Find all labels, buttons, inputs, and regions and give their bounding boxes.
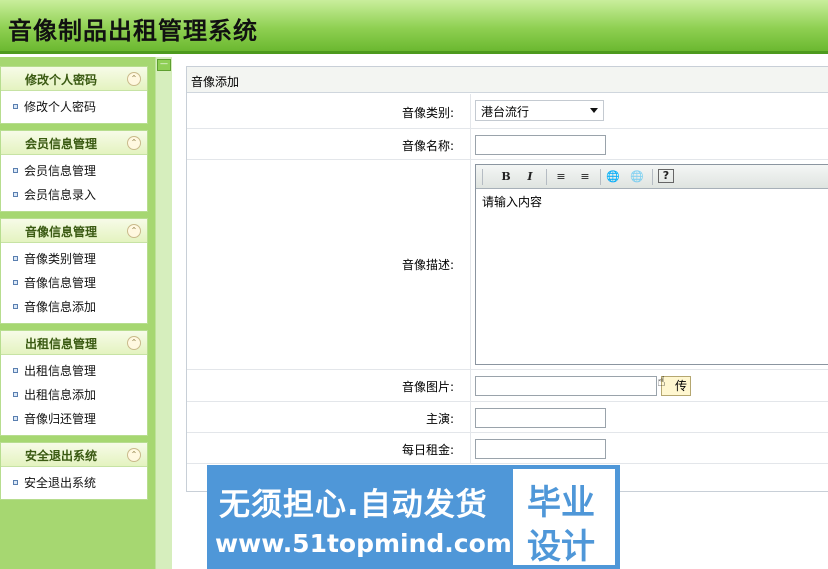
form-row-image: 音像图片: 传 ☝: [187, 370, 828, 402]
chevron-down-icon: [590, 108, 598, 113]
sidebar-group-header[interactable]: 音像信息管理 ⌃: [1, 219, 147, 243]
sidebar-item-media-category[interactable]: 音像类别管理: [1, 247, 147, 271]
sidebar-group-title: 会员信息管理: [24, 137, 97, 151]
bullet-icon: [13, 416, 18, 421]
sidebar-group-title: 安全退出系统: [24, 449, 97, 463]
form-row-daily-rent: 每日租金:: [187, 433, 828, 464]
main-panel: 音像添加 音像类别: 港台流行 音像名称: 音像描述: B I ≡ ≡ 🌐 🌐 …: [186, 66, 828, 492]
sidebar-item-return-manage[interactable]: 音像归还管理: [1, 407, 147, 431]
sidebar-item-rental-add[interactable]: 出租信息添加: [1, 383, 147, 407]
watermark-logo-line2: 设计: [527, 527, 595, 567]
collapse-icon[interactable]: ⌃: [127, 448, 141, 462]
unlink-icon[interactable]: 🌐: [628, 169, 646, 185]
sidebar: 修改个人密码 ⌃ 修改个人密码 会员信息管理 ⌃ 会员信息管理 会员信息录入 音…: [0, 57, 155, 569]
sidebar-group-media: 音像信息管理 ⌃ 音像类别管理 音像信息管理 音像信息添加: [0, 218, 148, 324]
help-icon[interactable]: ?: [658, 169, 674, 183]
watermark-line1: 无须担心.自动发货: [219, 487, 488, 523]
bullet-icon: [13, 192, 18, 197]
bullet-icon: [13, 104, 18, 109]
sidebar-group-rental: 出租信息管理 ⌃ 出租信息管理 出租信息添加 音像归还管理: [0, 330, 148, 436]
field-label: 每日租金:: [401, 443, 454, 457]
sidebar-splitter[interactable]: —: [155, 57, 172, 569]
field-label: 音像名称:: [401, 139, 454, 153]
field-label: 音像图片:: [401, 380, 454, 394]
bullet-icon: [13, 368, 18, 373]
bullet-icon: [13, 480, 18, 485]
name-input[interactable]: [475, 135, 606, 155]
ordered-list-icon[interactable]: ≡: [552, 169, 570, 185]
section-title: 音像添加: [187, 67, 828, 93]
form-row-actor: 主演:: [187, 402, 828, 433]
sidebar-group-title: 音像信息管理: [24, 225, 97, 239]
bullet-icon: [13, 280, 18, 285]
sidebar-group-header[interactable]: 安全退出系统 ⌃: [1, 443, 147, 467]
link-icon[interactable]: 🌐: [604, 169, 622, 185]
sidebar-item-member-manage[interactable]: 会员信息管理: [1, 159, 147, 183]
app-header: 音像制品出租管理系统: [0, 0, 828, 54]
bold-icon[interactable]: B: [498, 169, 514, 185]
collapse-icon[interactable]: ⌃: [127, 336, 141, 350]
sidebar-group-title: 出租信息管理: [24, 337, 97, 351]
collapse-sidebar-icon[interactable]: —: [157, 59, 171, 71]
sidebar-item-media-add[interactable]: 音像信息添加: [1, 295, 147, 319]
field-label: 主演:: [425, 412, 454, 426]
image-path-input[interactable]: [475, 376, 657, 396]
sidebar-item-logout[interactable]: 安全退出系统: [1, 471, 147, 495]
bullet-icon: [13, 392, 18, 397]
editor-toolbar: B I ≡ ≡ 🌐 🌐 ?: [476, 165, 828, 189]
collapse-icon[interactable]: ⌃: [127, 224, 141, 238]
sidebar-item-rental-manage[interactable]: 出租信息管理: [1, 359, 147, 383]
collapse-icon[interactable]: ⌃: [127, 136, 141, 150]
sidebar-group-title: 修改个人密码: [24, 73, 97, 87]
app-title: 音像制品出租管理系统: [8, 17, 258, 45]
italic-icon[interactable]: I: [522, 169, 538, 185]
rich-text-editor[interactable]: B I ≡ ≡ 🌐 🌐 ? 请输入内容: [475, 164, 828, 365]
form-row-category: 音像类别: 港台流行: [187, 94, 828, 129]
category-select[interactable]: 港台流行: [475, 100, 604, 121]
watermark-logo: 毕业 设计: [513, 469, 615, 567]
sidebar-item-member-add[interactable]: 会员信息录入: [1, 183, 147, 207]
form-row-name: 音像名称:: [187, 129, 828, 160]
hand-cursor-icon: ☝: [657, 374, 666, 390]
form-row-description: 音像描述: B I ≡ ≡ 🌐 🌐 ? 请输入内容: [187, 160, 828, 370]
watermark-logo-line1: 毕业: [527, 483, 595, 523]
bullet-icon: [13, 168, 18, 173]
collapse-icon[interactable]: ⌃: [127, 72, 141, 86]
sidebar-group-logout: 安全退出系统 ⌃ 安全退出系统: [0, 442, 148, 500]
watermark-banner: 无须担心.自动发货 www.51topmind.com 毕业 设计: [207, 465, 620, 569]
sidebar-group-header[interactable]: 修改个人密码 ⌃: [1, 67, 147, 91]
sidebar-group-password: 修改个人密码 ⌃ 修改个人密码: [0, 66, 148, 124]
unordered-list-icon[interactable]: ≡: [576, 169, 594, 185]
bullet-icon: [13, 304, 18, 309]
sidebar-group-header[interactable]: 会员信息管理 ⌃: [1, 131, 147, 155]
field-label: 音像类别:: [401, 106, 454, 120]
field-label: 音像描述:: [401, 258, 454, 272]
sidebar-item-media-manage[interactable]: 音像信息管理: [1, 271, 147, 295]
category-select-value: 港台流行: [481, 105, 530, 119]
bullet-icon: [13, 256, 18, 261]
actor-input[interactable]: [475, 408, 606, 428]
sidebar-group-header[interactable]: 出租信息管理 ⌃: [1, 331, 147, 355]
watermark-url: www.51topmind.com: [215, 529, 512, 558]
daily-rent-input[interactable]: [475, 439, 606, 459]
editor-content[interactable]: 请输入内容: [476, 189, 828, 214]
sidebar-group-members: 会员信息管理 ⌃ 会员信息管理 会员信息录入: [0, 130, 148, 212]
sidebar-item-change-password[interactable]: 修改个人密码: [1, 95, 147, 119]
